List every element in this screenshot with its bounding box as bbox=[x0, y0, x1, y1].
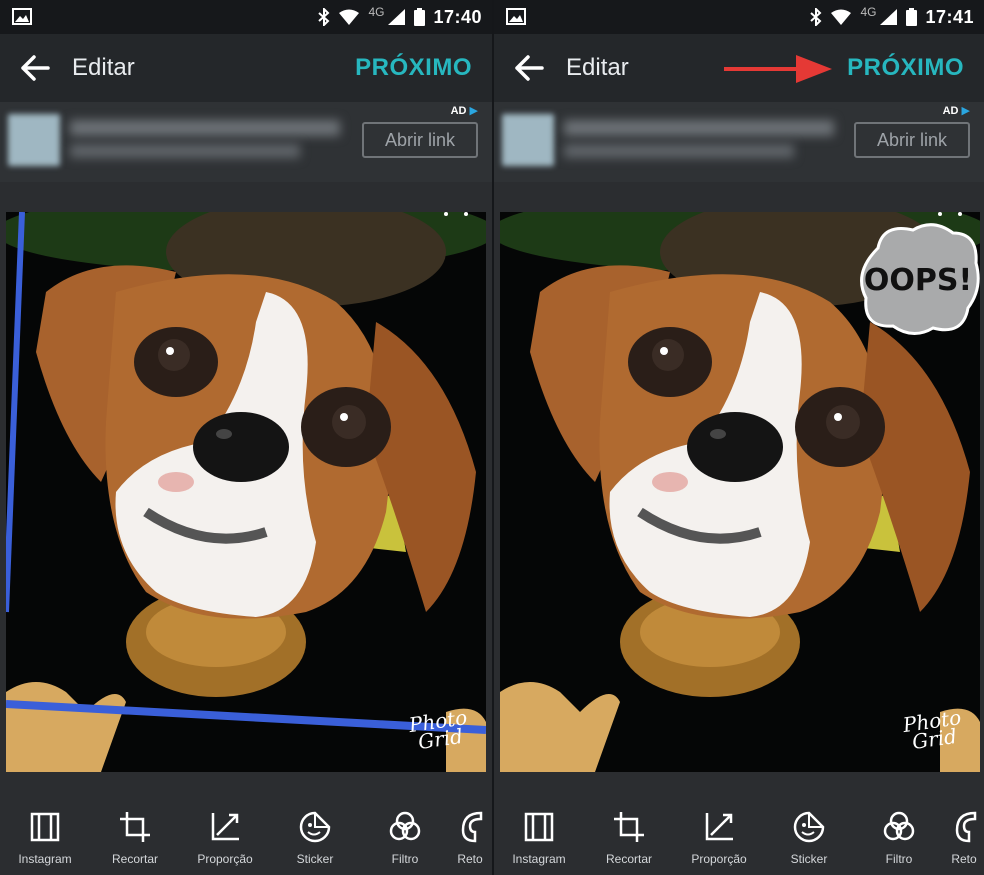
retouch-icon bbox=[461, 811, 483, 843]
oops-sticker[interactable]: OOPS! bbox=[858, 218, 980, 338]
screen-before: 4G 17:40 Editar PRÓXIMO AD ▶ Abrir link bbox=[0, 0, 492, 875]
next-button[interactable]: PRÓXIMO bbox=[355, 54, 472, 82]
photogrid-watermark: Photo Grid bbox=[900, 705, 963, 754]
photo-canvas[interactable]: Photo Grid bbox=[6, 212, 486, 772]
open-link-button[interactable]: Abrir link bbox=[854, 122, 970, 158]
clock: 17:40 bbox=[433, 6, 482, 27]
ad-blurred-text bbox=[70, 120, 340, 136]
crop-icon bbox=[120, 812, 150, 842]
photo-canvas[interactable]: OOPS! Photo Grid bbox=[500, 212, 980, 772]
ad-choices-icon: ▶ bbox=[469, 105, 478, 117]
gallery-notification-icon bbox=[506, 8, 526, 25]
bluetooth-icon bbox=[318, 8, 330, 26]
battery-icon bbox=[414, 8, 426, 26]
tool-label: Proporção bbox=[197, 852, 253, 866]
tool-label: Filtro bbox=[391, 852, 419, 866]
ratio-icon bbox=[211, 813, 239, 841]
tool-ratio[interactable]: Proporção bbox=[674, 806, 764, 875]
status-bar: 4G 17:41 bbox=[494, 0, 984, 34]
battery-icon bbox=[906, 8, 918, 26]
back-arrow-icon[interactable] bbox=[514, 54, 544, 82]
ad-choices-icon: ▶ bbox=[961, 105, 970, 117]
ad-banner[interactable]: AD ▶ Abrir link bbox=[0, 102, 492, 182]
bluetooth-icon bbox=[810, 8, 822, 26]
crop-icon bbox=[614, 812, 644, 842]
tool-filter[interactable]: Filtro bbox=[854, 806, 944, 875]
ad-blurred-text bbox=[70, 144, 300, 158]
tool-sticker[interactable]: Sticker bbox=[764, 806, 854, 875]
ad-badge: AD ▶ bbox=[450, 105, 478, 117]
tool-label: Sticker bbox=[296, 852, 334, 866]
tool-instagram[interactable]: Instagram bbox=[494, 806, 584, 875]
photogrid-watermark: Photo Grid bbox=[406, 705, 469, 754]
tool-label: Recortar bbox=[111, 852, 158, 866]
tool-label: Filtro bbox=[885, 852, 913, 866]
signal-icon bbox=[880, 9, 898, 25]
sticker-text: OOPS! bbox=[864, 263, 972, 298]
ad-blurred-text bbox=[564, 120, 834, 136]
tool-ratio[interactable]: Proporção bbox=[180, 806, 270, 875]
signal-icon bbox=[388, 9, 406, 25]
wifi-icon bbox=[339, 9, 360, 25]
tool-sticker[interactable]: Sticker bbox=[270, 806, 360, 875]
open-link-button[interactable]: Abrir link bbox=[362, 122, 478, 158]
edit-toolbar: Instagram Recortar Proporção Sticker Fil… bbox=[494, 806, 984, 875]
screen-after: 4G 17:41 Editar PRÓXIMO AD ▶ Abrir link bbox=[492, 0, 984, 875]
tool-crop[interactable]: Recortar bbox=[584, 806, 674, 875]
retouch-icon bbox=[955, 811, 977, 843]
sticker-icon bbox=[299, 811, 331, 843]
tool-retouch[interactable]: Reto bbox=[944, 806, 984, 875]
tool-label: Reto bbox=[457, 852, 483, 866]
instagram-frame-icon bbox=[524, 812, 554, 842]
tool-label: Sticker bbox=[790, 852, 828, 866]
ratio-icon bbox=[705, 813, 733, 841]
tool-instagram[interactable]: Instagram bbox=[0, 806, 90, 875]
tool-filter[interactable]: Filtro bbox=[360, 806, 450, 875]
instagram-frame-icon bbox=[30, 812, 60, 842]
app-bar: Editar PRÓXIMO bbox=[0, 34, 492, 102]
tool-retouch[interactable]: Reto bbox=[450, 806, 490, 875]
ad-blurred-text bbox=[564, 144, 794, 158]
filter-icon bbox=[883, 811, 915, 841]
gallery-notification-icon bbox=[12, 8, 32, 25]
tool-label: Instagram bbox=[18, 852, 72, 866]
tool-label: Instagram bbox=[512, 852, 566, 866]
filter-icon bbox=[389, 811, 421, 841]
ad-thumbnail bbox=[502, 114, 554, 166]
next-button[interactable]: PRÓXIMO bbox=[847, 54, 964, 82]
back-arrow-icon[interactable] bbox=[20, 54, 50, 82]
red-arrow-annotation-icon bbox=[724, 55, 832, 83]
tool-label: Recortar bbox=[605, 852, 652, 866]
app-bar: Editar PRÓXIMO bbox=[494, 34, 984, 102]
page-title: Editar bbox=[72, 54, 135, 81]
network-type: 4G bbox=[860, 5, 877, 19]
tool-label: Reto bbox=[951, 852, 977, 866]
edit-toolbar: Instagram Recortar Proporção Sticker Fil… bbox=[0, 806, 492, 875]
wifi-icon bbox=[831, 9, 852, 25]
status-bar: 4G 17:40 bbox=[0, 0, 492, 34]
tool-crop[interactable]: Recortar bbox=[90, 806, 180, 875]
tool-label: Proporção bbox=[691, 852, 747, 866]
page-title: Editar bbox=[566, 54, 629, 81]
ad-thumbnail bbox=[8, 114, 60, 166]
ad-badge: AD ▶ bbox=[942, 105, 970, 117]
network-type: 4G bbox=[368, 5, 385, 19]
sticker-icon bbox=[793, 811, 825, 843]
dog-photo bbox=[6, 212, 486, 772]
ad-banner[interactable]: AD ▶ Abrir link bbox=[494, 102, 984, 182]
clock: 17:41 bbox=[925, 6, 974, 27]
